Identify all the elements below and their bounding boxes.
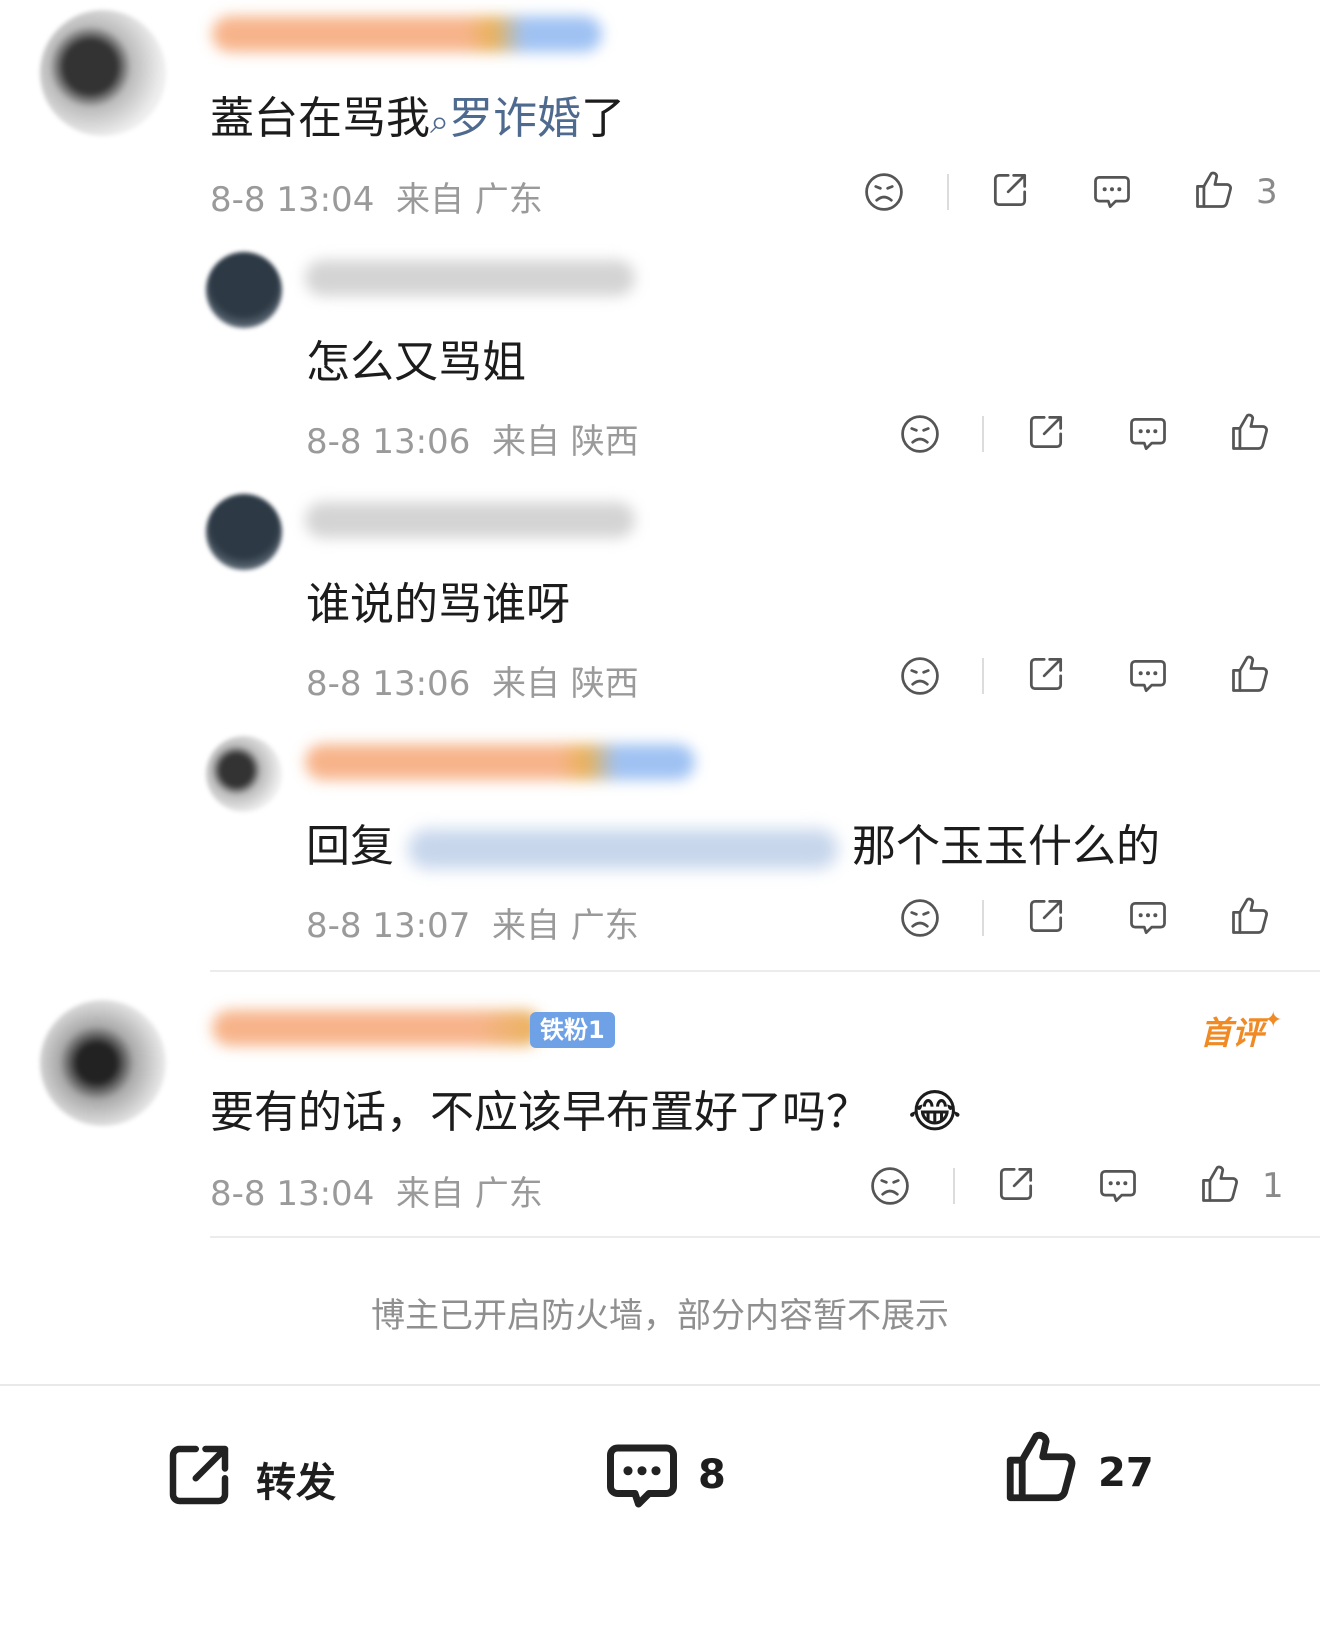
- like-icon[interactable]: [1198, 1162, 1242, 1206]
- comment-icon: [600, 1434, 684, 1518]
- comment-icon[interactable]: [1126, 412, 1170, 456]
- like-icon[interactable]: [1228, 410, 1272, 454]
- divider: [953, 1168, 955, 1204]
- first-comment-tag: 首评✦: [1200, 1008, 1283, 1052]
- like-button[interactable]: 27: [1000, 1426, 1200, 1516]
- divider: [982, 900, 984, 936]
- like-icon: [1000, 1426, 1082, 1508]
- username-blurred[interactable]: [212, 1010, 542, 1046]
- search-link[interactable]: ⌕罗诈婚: [430, 93, 581, 144]
- comment-location: 来自 广东: [395, 1174, 543, 1214]
- share-icon[interactable]: [988, 168, 1032, 212]
- divider: [982, 416, 984, 452]
- comment-icon[interactable]: [1096, 1164, 1140, 1208]
- comment-text: 要有的话，不应该早布置好了吗？ 😂: [210, 1084, 962, 1138]
- reply-location: 来自 广东: [491, 906, 639, 946]
- divider: [982, 658, 984, 694]
- username-blurred[interactable]: [305, 260, 635, 296]
- search-icon: ⌕: [430, 102, 450, 142]
- share-icon: [160, 1436, 238, 1514]
- username-blurred[interactable]: [305, 502, 635, 538]
- bottom-action-bar: 转发 8 27: [0, 1384, 1320, 1651]
- dislike-icon[interactable]: [898, 412, 942, 456]
- avatar[interactable]: [206, 252, 282, 328]
- laughing-emoji-icon: 😂: [908, 1084, 962, 1138]
- dislike-icon[interactable]: [898, 896, 942, 940]
- share-icon[interactable]: [1024, 894, 1068, 938]
- firewall-notice: 博主已开启防火墙，部分内容暂不展示: [371, 1296, 949, 1336]
- reply-time: 8-8 13:06 来自 陕西: [306, 422, 639, 462]
- like-icon[interactable]: [1228, 894, 1272, 938]
- reply-time: 8-8 13:07 来自 广东: [306, 906, 639, 946]
- comment-time: 8-8 13:04 来自 广东: [210, 180, 543, 220]
- reply-text: 谁说的骂谁呀: [306, 579, 570, 630]
- like-count: 3: [1256, 172, 1278, 212]
- comment-location: 来自 广东: [395, 180, 543, 220]
- like-count: 1: [1262, 1166, 1284, 1206]
- repost-button[interactable]: 转发: [160, 1434, 360, 1514]
- like-icon[interactable]: [1192, 168, 1236, 212]
- divider-line: [210, 970, 1320, 972]
- dislike-icon[interactable]: [898, 654, 942, 698]
- reply-time: 8-8 13:06 来自 陕西: [306, 664, 639, 704]
- comment-time: 8-8 13:04 来自 广东: [210, 1174, 543, 1214]
- comment-count: 8: [698, 1452, 726, 1498]
- share-icon[interactable]: [1024, 652, 1068, 696]
- avatar[interactable]: [206, 736, 282, 812]
- avatar[interactable]: [206, 494, 282, 570]
- divider-line: [210, 1236, 1320, 1238]
- share-icon[interactable]: [1024, 410, 1068, 454]
- reply-location: 来自 陕西: [491, 664, 639, 704]
- avatar[interactable]: [40, 1000, 166, 1126]
- divider: [947, 174, 949, 210]
- mention-blurred[interactable]: [408, 829, 838, 869]
- username-blurred[interactable]: [305, 744, 695, 780]
- reply-text: 回复 那个玉玉什么的: [306, 821, 1160, 872]
- comment-icon[interactable]: [1090, 170, 1134, 214]
- reply-text: 怎么又骂姐: [306, 337, 526, 388]
- avatar[interactable]: [40, 10, 166, 136]
- reply-location: 来自 陕西: [491, 422, 639, 462]
- like-count: 27: [1098, 1450, 1154, 1496]
- comment-icon[interactable]: [1126, 896, 1170, 940]
- repost-label: 转发: [256, 1460, 336, 1506]
- like-icon[interactable]: [1228, 652, 1272, 696]
- sparkle-icon: ✦: [1264, 1008, 1283, 1033]
- dislike-icon[interactable]: [862, 170, 906, 214]
- username-blurred[interactable]: [212, 16, 602, 52]
- share-icon[interactable]: [994, 1162, 1038, 1206]
- dislike-icon[interactable]: [868, 1164, 912, 1208]
- comment-text: 蓋台在骂我⌕罗诈婚了: [210, 93, 626, 144]
- comment-button[interactable]: 8: [600, 1434, 800, 1518]
- comment-icon[interactable]: [1126, 654, 1170, 698]
- fan-badge[interactable]: 铁粉1: [530, 1012, 615, 1048]
